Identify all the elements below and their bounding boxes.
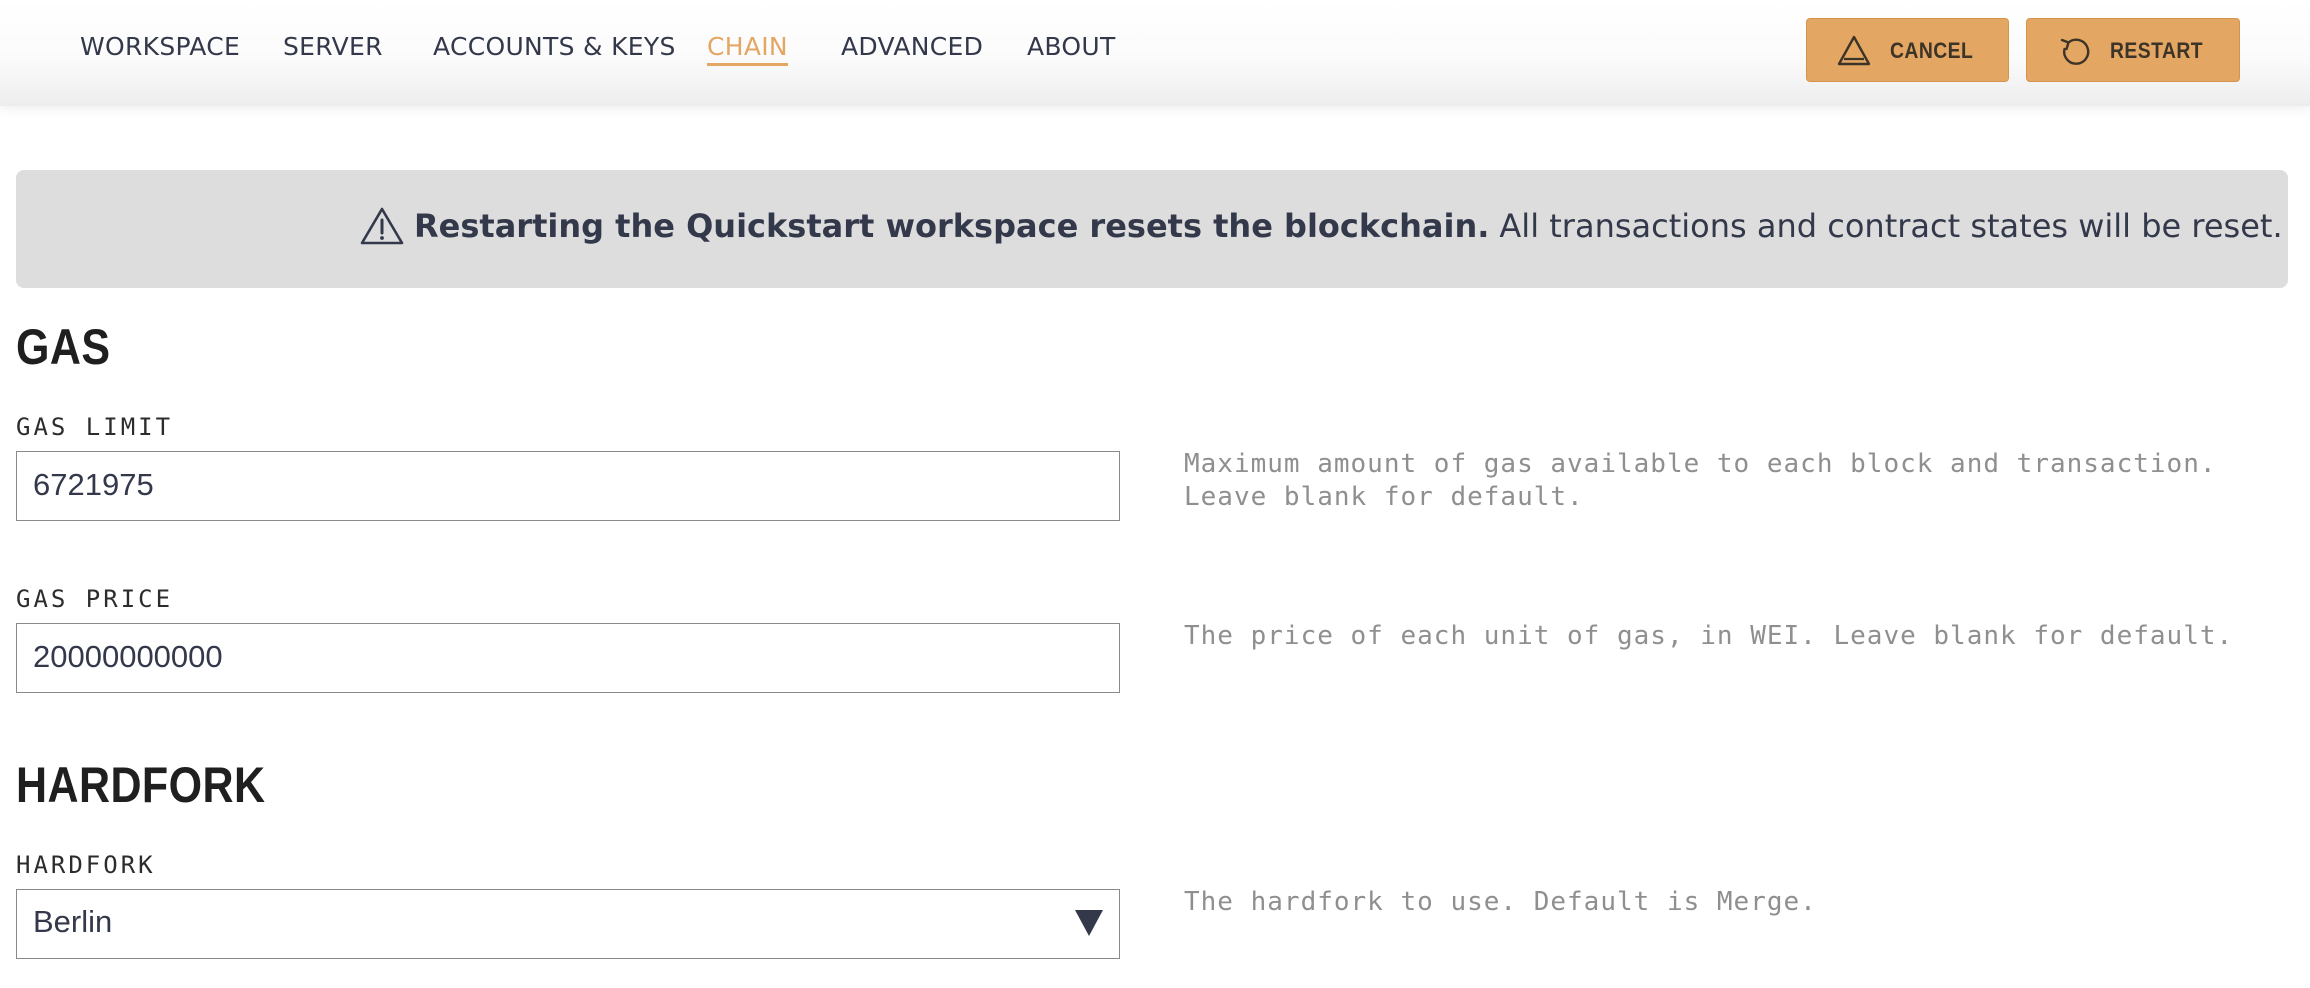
hardfork-label: HARDFORK [16,851,156,879]
tab-workspace[interactable]: WORKSPACE [80,32,240,61]
restart-warning-banner: Restarting the Quickstart workspace rese… [16,170,2288,288]
hardfork-select[interactable]: Berlin [16,889,1120,959]
top-nav-bar: WORKSPACE SERVER ACCOUNTS & KEYS CHAIN A… [0,0,2310,106]
tab-chain[interactable]: CHAIN [707,32,788,66]
restart-button-label: RESTART [2110,38,2204,63]
gas-limit-help: Maximum amount of gas available to each … [1184,449,2217,512]
hardfork-help: The hardfork to use. Default is Merge. [1184,887,1817,917]
gas-limit-field[interactable] [16,451,1120,521]
tab-server[interactable]: SERVER [283,32,383,61]
banner-bold-text: Restarting the Quickstart workspace rese… [414,207,1490,245]
hardfork-selected-value: Berlin [33,904,113,939]
gas-price-help: The price of each unit of gas, in WEI. L… [1184,621,2234,651]
banner-text: All transactions and contract states wil… [1499,207,2283,245]
warning-triangle-icon [360,207,404,245]
gas-price-label: GAS PRICE [16,585,174,613]
cancel-button-label: CANCEL [1890,38,1974,63]
tab-advanced[interactable]: ADVANCED [841,32,983,61]
restart-button[interactable]: RESTART [2026,18,2240,82]
gas-price-input[interactable] [17,624,1080,690]
tab-about[interactable]: ABOUT [1027,32,1116,61]
warning-triangle-icon [1837,35,1871,66]
gas-section-title: GAS [16,319,111,375]
gas-price-field[interactable] [16,623,1120,693]
gas-limit-label: GAS LIMIT [16,413,174,441]
cancel-button[interactable]: CANCEL [1806,18,2009,82]
dropdown-arrow-icon [1075,910,1103,936]
banner-message: Restarting the Quickstart workspace rese… [360,206,2283,246]
hardfork-section-title: HARDFORK [16,757,266,813]
tab-accounts-keys[interactable]: ACCOUNTS & KEYS [433,32,676,61]
restart-icon [2060,38,2090,65]
gas-limit-input[interactable] [17,452,1080,518]
